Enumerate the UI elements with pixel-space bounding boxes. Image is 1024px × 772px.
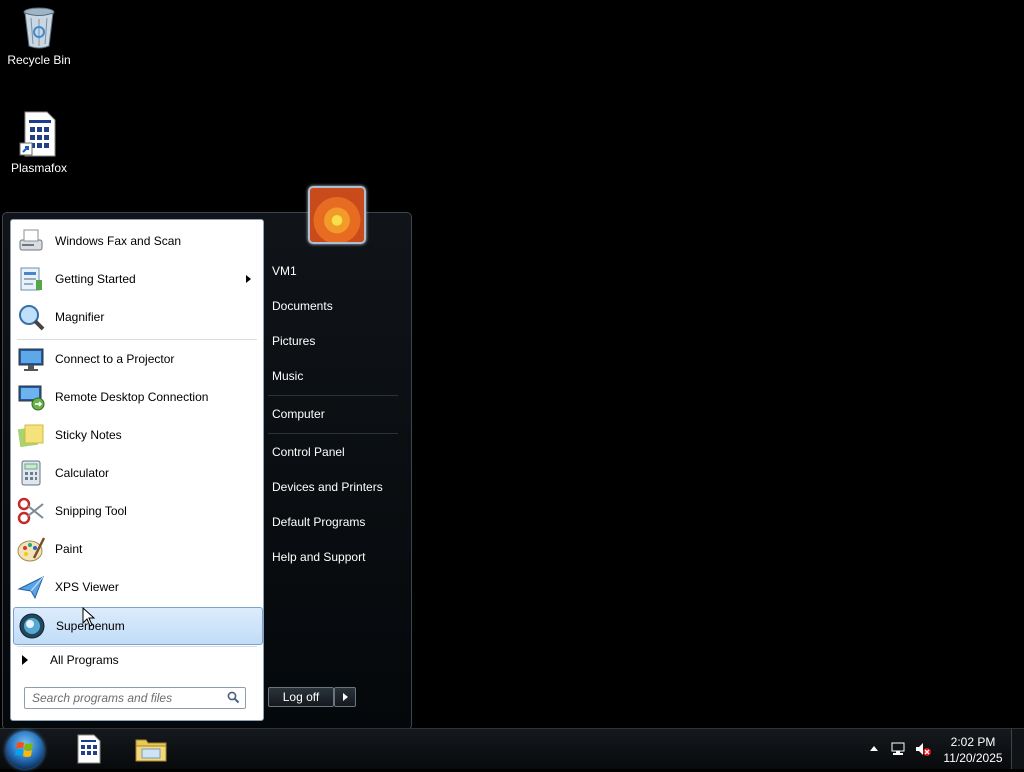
user-picture-avatar[interactable]: [308, 186, 366, 244]
recycle-bin-icon: [21, 6, 57, 50]
plasmafox-shortcut-icon: [19, 110, 59, 158]
fax-scanner-icon: [15, 225, 47, 257]
all-programs-button[interactable]: All Programs: [13, 646, 261, 674]
link-help-and-support[interactable]: Help and Support: [272, 550, 365, 564]
program-label: XPS Viewer: [55, 580, 119, 594]
projector-icon: [15, 343, 47, 375]
taskbar: 2:02 PM 11/20/2025: [0, 728, 1024, 769]
plasmafox-taskbar-icon: [77, 734, 101, 764]
all-programs-label: All Programs: [50, 653, 119, 667]
magnifier-icon: [15, 301, 47, 333]
divider: [268, 433, 398, 434]
show-hidden-icons-button[interactable]: [870, 746, 878, 751]
clock-time: 2:02 PM: [950, 735, 996, 749]
taskbar-plasmafox[interactable]: [62, 732, 116, 766]
recycle-bin-label: Recycle Bin: [7, 53, 71, 67]
start-button[interactable]: [6, 731, 44, 769]
program-remote-desktop-connection[interactable]: Remote Desktop Connection: [13, 379, 261, 415]
volume-muted-icon[interactable]: [914, 741, 932, 760]
link-music[interactable]: Music: [272, 369, 303, 383]
sticky-notes-icon: [15, 419, 47, 451]
link-control-panel[interactable]: Control Panel: [272, 445, 345, 459]
network-icon[interactable]: [890, 741, 906, 760]
search-icon[interactable]: [227, 691, 240, 707]
program-windows-fax-and-scan[interactable]: Windows Fax and Scan: [13, 223, 261, 259]
clock[interactable]: 2:02 PM 11/20/2025: [940, 734, 1006, 766]
program-xps-viewer[interactable]: XPS Viewer: [13, 569, 261, 605]
program-label: Remote Desktop Connection: [55, 390, 209, 404]
program-superbenum[interactable]: Superbenum: [13, 607, 263, 645]
mouse-cursor-icon: [82, 606, 96, 630]
expand-arrow-icon: [22, 655, 28, 665]
shutdown-options-button[interactable]: [334, 687, 356, 707]
program-label: Paint: [55, 542, 83, 556]
windows-logo-icon: [15, 742, 33, 757]
log-off-button[interactable]: Log off: [268, 687, 334, 707]
program-snipping-tool[interactable]: Snipping Tool: [13, 493, 261, 529]
program-label: Connect to a Projector: [55, 352, 175, 366]
link-documents[interactable]: Documents: [272, 299, 333, 313]
program-paint[interactable]: Paint: [13, 531, 261, 567]
link-user-folder[interactable]: VM1: [272, 264, 297, 278]
xps-viewer-icon: [15, 571, 47, 603]
link-devices-and-printers[interactable]: Devices and Printers: [272, 480, 383, 494]
plasmafox-shortcut[interactable]: Plasmafox: [1, 110, 77, 175]
programs-pane: Windows Fax and Scan Getting Started Mag…: [10, 219, 264, 721]
divider: [17, 339, 257, 340]
plasmafox-label: Plasmafox: [10, 161, 68, 175]
divider: [268, 395, 398, 396]
program-label: Sticky Notes: [55, 428, 122, 442]
scissors-icon: [15, 495, 47, 527]
program-magnifier[interactable]: Magnifier: [13, 299, 261, 335]
search-box: [24, 687, 246, 709]
link-pictures[interactable]: Pictures: [272, 334, 315, 348]
program-label: Windows Fax and Scan: [55, 234, 182, 248]
program-label: Snipping Tool: [55, 504, 127, 518]
superbenum-icon: [16, 610, 48, 642]
paint-palette-icon: [15, 533, 47, 565]
taskbar-file-explorer[interactable]: [124, 732, 178, 766]
submenu-arrow-icon: [246, 275, 251, 283]
clock-date: 11/20/2025: [943, 751, 1003, 765]
link-default-programs[interactable]: Default Programs: [272, 515, 365, 529]
getting-started-icon: [15, 263, 47, 295]
start-menu: Windows Fax and Scan Getting Started Mag…: [2, 212, 412, 730]
program-getting-started[interactable]: Getting Started: [13, 261, 261, 297]
link-computer[interactable]: Computer: [272, 407, 325, 421]
chevron-right-icon: [342, 693, 348, 701]
search-input[interactable]: [30, 690, 224, 706]
remote-desktop-icon: [15, 381, 47, 413]
file-explorer-icon: [135, 739, 167, 762]
program-connect-to-a-projector[interactable]: Connect to a Projector: [13, 341, 261, 377]
show-desktop-button[interactable]: [1011, 729, 1024, 769]
program-sticky-notes[interactable]: Sticky Notes: [13, 417, 261, 453]
recycle-bin-shortcut[interactable]: Recycle Bin: [1, 6, 77, 67]
program-calculator[interactable]: Calculator: [13, 455, 261, 491]
log-off-label: Log off: [282, 690, 320, 704]
program-label: Getting Started: [55, 272, 136, 286]
program-label: Calculator: [55, 466, 110, 480]
program-label: Magnifier: [55, 310, 105, 324]
calculator-icon: [15, 457, 47, 489]
